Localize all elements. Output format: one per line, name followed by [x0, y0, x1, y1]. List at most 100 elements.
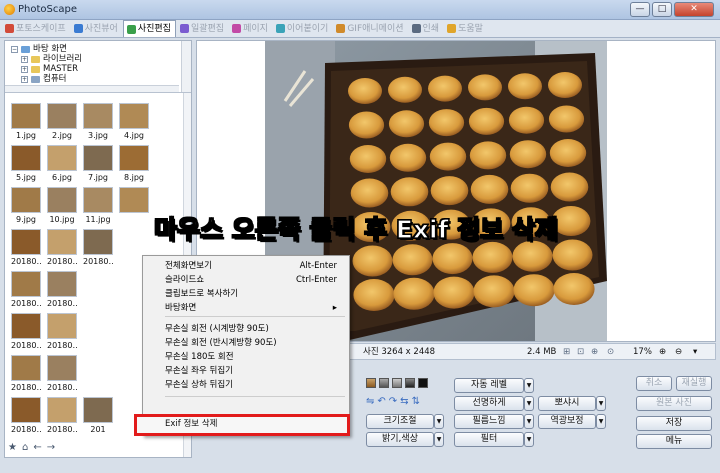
thumbnail-item[interactable]: 5.jpg: [11, 145, 41, 182]
tab-1[interactable]: 사진뷰어: [71, 20, 122, 37]
tab-2[interactable]: 사진편집: [122, 20, 176, 37]
tree-horizontal-scrollbar[interactable]: [5, 85, 179, 92]
frame-swatch-icon[interactable]: [392, 378, 402, 388]
thumbnail-item[interactable]: 3.jpg: [83, 103, 113, 140]
expand-icon[interactable]: +: [21, 65, 28, 73]
menu-item-6[interactable]: 무손실 180도 회전: [143, 350, 349, 364]
forward-arrow-icon[interactable]: →: [47, 442, 55, 454]
film-effect-dropdown[interactable]: ▼: [524, 414, 534, 429]
menu-item-exif-delete[interactable]: Exif 정보 삭제: [134, 414, 350, 436]
rotate-right-icon[interactable]: ↷: [389, 396, 400, 407]
tab-3[interactable]: 일괄편집: [177, 20, 228, 37]
rotate-left-icon[interactable]: ↶: [377, 396, 388, 407]
tab-0[interactable]: 포토스케이프: [2, 20, 70, 37]
thumbnail-item[interactable]: 4.jpg: [119, 103, 149, 140]
tab-5[interactable]: 이어붙이기: [273, 20, 332, 37]
fit-icon[interactable]: ⊞: [563, 346, 570, 358]
tab-8[interactable]: 도움말: [444, 20, 487, 37]
flip-icon[interactable]: ⇋: [366, 396, 377, 407]
auto-level-dropdown[interactable]: ▼: [524, 378, 534, 393]
auto-level-button[interactable]: 자동 레벨: [454, 378, 524, 393]
thumbnail-item[interactable]: 2.jpg: [47, 103, 77, 140]
tree-item-library[interactable]: + 라이브러리: [11, 54, 191, 64]
menu-item-2[interactable]: 클립보드로 복사하기: [143, 287, 349, 301]
tree-item-desktop[interactable]: − 바탕 화면: [11, 44, 191, 54]
frame-swatch-icon[interactable]: [405, 378, 415, 388]
sharpen-dropdown[interactable]: ▼: [524, 396, 534, 411]
menu-item-5[interactable]: 무손실 회전 (반시계방향 90도): [143, 336, 349, 350]
frame-swatch-icon[interactable]: [366, 378, 376, 388]
filter-button[interactable]: 필터: [454, 432, 524, 447]
back-arrow-icon[interactable]: ←: [33, 442, 41, 454]
thumbnail-item[interactable]: 20180…: [47, 271, 77, 308]
brightness-dropdown[interactable]: ▼: [434, 432, 444, 447]
folder-star-icon[interactable]: ⌂: [22, 442, 28, 454]
thumbnail-item[interactable]: 20180…: [11, 355, 41, 392]
vignette-dropdown[interactable]: ▼: [596, 396, 606, 411]
backlight-button[interactable]: 역광보정: [538, 414, 596, 429]
frame-swatch-icon[interactable]: [379, 378, 389, 388]
thumbnail-item[interactable]: 9.jpg: [11, 187, 41, 224]
mirror-icon[interactable]: ⇆: [400, 396, 411, 407]
tab-7[interactable]: 인쇄: [409, 20, 444, 37]
thumbnail-item[interactable]: 1.jpg: [11, 103, 41, 140]
vignette-button[interactable]: 뽀샤시: [538, 396, 596, 411]
film-effect-button[interactable]: 필름느낌: [454, 414, 524, 429]
close-button[interactable]: ✕: [674, 2, 714, 17]
thumbnail-item[interactable]: 20180…: [11, 229, 41, 266]
filter-dropdown[interactable]: ▼: [524, 432, 534, 447]
thumbnail-item[interactable]: 8.jpg: [119, 145, 149, 182]
sharpen-button[interactable]: 선명하게: [454, 396, 524, 411]
minimize-button[interactable]: —: [630, 2, 650, 17]
zoom-page-icon[interactable]: ⊙: [607, 346, 614, 358]
menu-item-1[interactable]: 슬라이드쇼 Ctrl-Enter: [143, 273, 349, 287]
thumbnail-item[interactable]: 20180…: [83, 229, 113, 266]
thumbnail-item[interactable]: 10.jpg: [47, 187, 77, 224]
tab-6[interactable]: GIF애니메이션: [333, 20, 407, 37]
zoom-out-icon[interactable]: ⊖: [675, 346, 682, 358]
resize-dropdown[interactable]: ▼: [434, 414, 444, 429]
folder-tree[interactable]: − 바탕 화면 + 라이브러리 + MASTER + 컴퓨터: [5, 41, 191, 93]
menu-item-0[interactable]: 전체화면보기 Alt-Enter: [143, 259, 349, 273]
zoom-in-icon[interactable]: ⊕: [659, 346, 666, 358]
thumbnail-item[interactable]: 20180…: [11, 271, 41, 308]
thumbnail-item[interactable]: 20180…: [11, 313, 41, 350]
frame-swatches: [366, 378, 446, 392]
save-button[interactable]: 저장: [636, 416, 712, 431]
thumbnail-item[interactable]: 11.jpg: [83, 187, 113, 224]
collapse-icon[interactable]: −: [11, 45, 18, 53]
maximize-button[interactable]: □: [652, 2, 672, 17]
tree-vertical-scrollbar[interactable]: [181, 41, 191, 92]
tab-4[interactable]: 페이지: [229, 20, 272, 37]
expand-icon[interactable]: +: [21, 55, 28, 63]
expand-icon[interactable]: +: [21, 75, 28, 83]
thumbnail-item[interactable]: 20180…: [47, 355, 77, 392]
brightness-color-button[interactable]: 밝기,색상: [366, 432, 434, 447]
menu-item-7[interactable]: 무손실 좌우 뒤집기: [143, 364, 349, 378]
star-icon[interactable]: ★: [8, 442, 17, 454]
dropdown-icon[interactable]: ▾: [693, 346, 697, 358]
tree-item-computer[interactable]: + 컴퓨터: [11, 74, 191, 84]
zoom-fit-icon[interactable]: ⊕: [591, 346, 598, 358]
tree-item-master[interactable]: + MASTER: [11, 64, 191, 74]
thumbnail-item[interactable]: 6.jpg: [47, 145, 77, 182]
frame-swatch-icon[interactable]: [418, 378, 428, 388]
menu-item-4[interactable]: 무손실 회전 (시계방향 90도): [143, 322, 349, 336]
thumbnail-item[interactable]: 7.jpg: [83, 145, 113, 182]
flip-vertical-icon[interactable]: ⇅: [412, 396, 423, 407]
thumbnail-item[interactable]: 20180…: [11, 397, 41, 434]
backlight-dropdown[interactable]: ▼: [596, 414, 606, 429]
menu-button[interactable]: 메뉴: [636, 434, 712, 449]
original-photo-button[interactable]: 원본 사진: [636, 396, 712, 411]
menu-item-8[interactable]: 무손실 상하 뒤집기: [143, 378, 349, 392]
redo-button[interactable]: 재실행: [676, 376, 712, 391]
resize-button[interactable]: 크기조절: [366, 414, 434, 429]
menu-item-3[interactable]: 바탕화면 ▸: [143, 301, 349, 315]
thumbnail-item[interactable]: 20180…: [47, 229, 77, 266]
actual-size-icon[interactable]: ⊡: [577, 346, 584, 358]
thumbnail-item[interactable]: 201: [83, 397, 113, 434]
thumbnail-item[interactable]: 20180…: [47, 313, 77, 350]
thumbnail-item[interactable]: [119, 187, 149, 215]
thumbnail-item[interactable]: 20180…: [47, 397, 77, 434]
cancel-button[interactable]: 취소: [636, 376, 672, 391]
